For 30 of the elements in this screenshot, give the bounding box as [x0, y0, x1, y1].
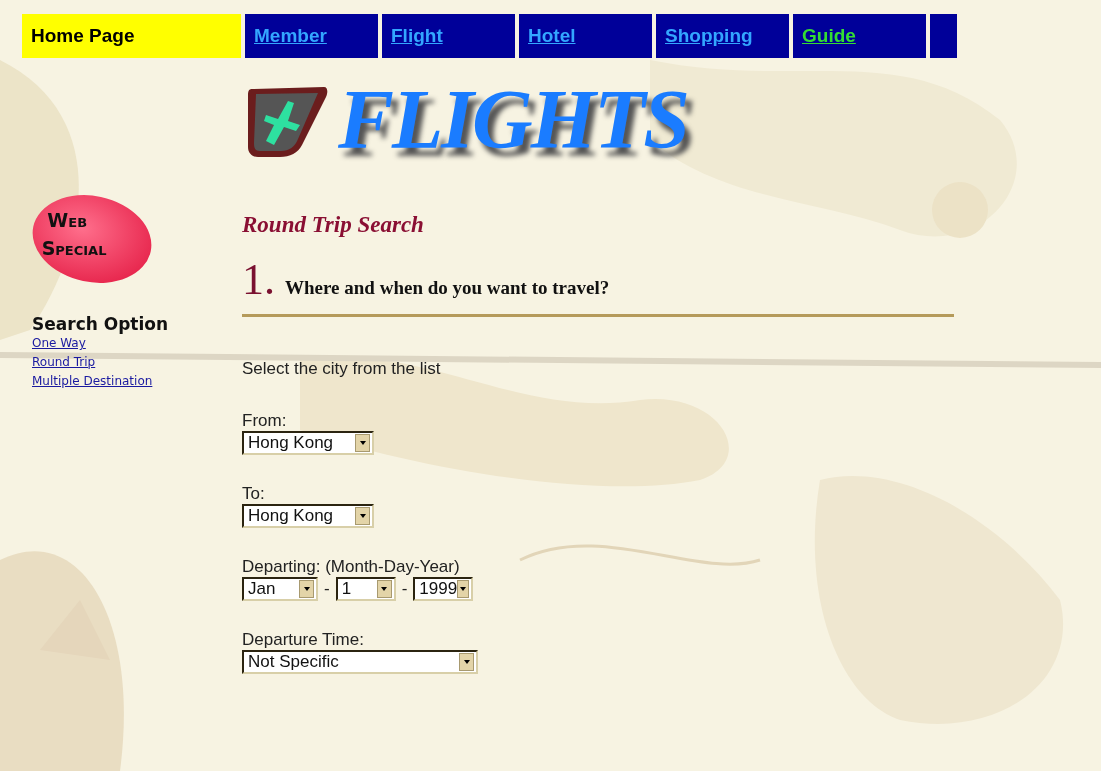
logo-text: FLIGHTS — [338, 78, 689, 162]
nav-tab[interactable]: Flight — [382, 14, 515, 58]
web-special-text: Web — [47, 208, 88, 234]
field-label: Departure Time: — [242, 630, 365, 650]
field-label: From: — [242, 411, 288, 431]
dropdown[interactable]: Hong Kong — [242, 431, 374, 455]
step-number: 1. — [242, 258, 275, 302]
instruction-text: Select the city from the list — [242, 359, 442, 379]
nav-tab[interactable]: Hotel — [519, 14, 652, 58]
web-special-text: Special — [41, 236, 107, 262]
nav-tab[interactable]: Shopping — [656, 14, 789, 58]
nav-tab[interactable]: Member — [245, 14, 378, 58]
sidebar-heading: Search Option — [32, 314, 170, 334]
page-title: Round Trip Search — [242, 212, 425, 238]
dropdown[interactable]: 1999 — [413, 577, 474, 601]
field-label: To: — [242, 484, 266, 504]
nav-tab[interactable]: Guide — [793, 14, 926, 58]
field-label: Departing: (Month-Day-Year) — [242, 557, 461, 577]
sidebar-link[interactable]: One Way — [32, 334, 86, 353]
date-separator: - — [401, 579, 408, 599]
dropdown[interactable]: 1 — [335, 577, 396, 601]
sidebar-link[interactable]: Round Trip — [32, 353, 96, 372]
dropdown[interactable]: Hong Kong — [242, 504, 374, 528]
dropdown[interactable]: Not Specific — [242, 650, 478, 674]
dropdown[interactable]: Jan — [242, 577, 318, 601]
date-separator: - — [324, 579, 330, 599]
nav-bar-end — [930, 14, 957, 58]
nav-tab[interactable]: Home Page — [22, 14, 241, 58]
sidebar-link[interactable]: Multiple Destination — [32, 372, 153, 391]
step-title: Where and when do you want to travel? — [285, 277, 610, 299]
